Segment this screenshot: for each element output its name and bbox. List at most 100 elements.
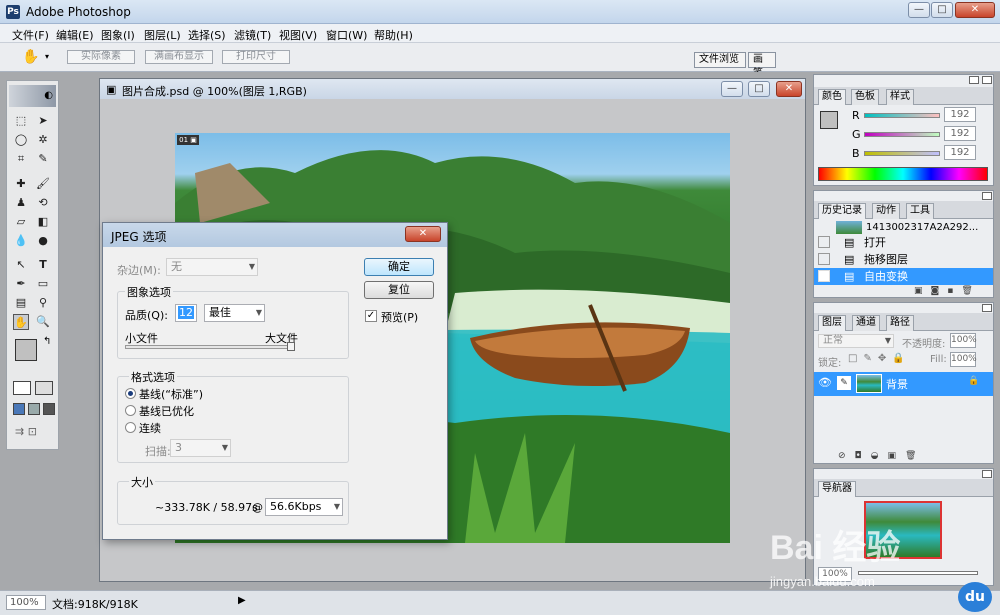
swap-colors-icon[interactable]: ↰: [43, 336, 51, 347]
menu-window[interactable]: 窗口(W): [326, 27, 367, 43]
jump-to-imageready-icon[interactable]: ⇉ ⊡: [15, 425, 53, 439]
panel-close-icon[interactable]: [982, 304, 992, 312]
channel-g-value[interactable]: 192: [944, 126, 976, 141]
history-brush-source-box[interactable]: [818, 236, 830, 248]
standard-mode-icon[interactable]: [13, 381, 31, 395]
format-progressive-radio[interactable]: [125, 422, 136, 433]
color-spectrum-ramp[interactable]: [818, 167, 988, 181]
tab-brushes[interactable]: 画笔: [748, 52, 776, 79]
maximize-button[interactable]: □: [931, 2, 953, 18]
history-brush-tool-icon[interactable]: ⟲: [35, 195, 51, 211]
scans-select[interactable]: 3 ▼: [170, 439, 231, 457]
foreground-color-swatch[interactable]: [15, 339, 37, 361]
fill-input[interactable]: 100%: [950, 352, 977, 367]
menu-view[interactable]: 视图(V): [279, 27, 317, 43]
tab-paths[interactable]: 路径: [886, 315, 914, 331]
path-selection-tool-icon[interactable]: ↖: [13, 257, 29, 273]
doc-minimize-button[interactable]: —: [721, 81, 743, 97]
hand-tool-icon[interactable]: ✋: [22, 49, 39, 65]
blur-tool-icon[interactable]: 💧: [13, 233, 29, 249]
print-size-button[interactable]: 打印尺寸: [222, 50, 290, 64]
tab-layers[interactable]: 图层: [818, 315, 846, 331]
tab-file-browser[interactable]: 文件浏览: [694, 52, 746, 68]
actual-pixels-button[interactable]: 实际像素: [67, 50, 135, 64]
reset-button[interactable]: 复位: [364, 281, 434, 299]
pen-tool-icon[interactable]: ✒: [13, 276, 29, 292]
tab-actions[interactable]: 动作: [872, 203, 900, 219]
tab-swatches[interactable]: 色板: [851, 89, 879, 105]
doc-maximize-button[interactable]: □: [748, 81, 770, 97]
panel-close-icon[interactable]: [982, 192, 992, 200]
history-actions-icons[interactable]: ▣◙▪🗑: [914, 286, 981, 296]
shape-tool-icon[interactable]: ▭: [35, 276, 51, 292]
screen-mode-full-icon[interactable]: [43, 403, 55, 415]
lock-icons[interactable]: □✎✥🔒: [848, 353, 911, 364]
brush-tool-icon[interactable]: 🖌: [35, 176, 51, 192]
eraser-tool-icon[interactable]: ▱: [13, 214, 29, 230]
format-baseline-radio[interactable]: [125, 388, 136, 399]
menu-layer[interactable]: 图层(L): [144, 27, 181, 43]
quality-preset-select[interactable]: 最佳 ▼: [204, 304, 265, 322]
lasso-tool-icon[interactable]: ◯: [13, 132, 29, 148]
matte-select[interactable]: 无 ▼: [166, 258, 258, 276]
marquee-tool-icon[interactable]: ⬚: [13, 113, 29, 129]
speed-select[interactable]: 56.6Kbps ▼: [265, 498, 343, 516]
tab-tool-presets[interactable]: 工具: [906, 203, 934, 219]
panel-minimize-icon[interactable]: [969, 76, 979, 84]
healing-brush-tool-icon[interactable]: ✚: [13, 176, 29, 192]
dodge-tool-icon[interactable]: ●: [35, 233, 51, 249]
opacity-input[interactable]: 100%: [950, 333, 977, 348]
menu-help[interactable]: 帮助(H): [374, 27, 413, 43]
doc-close-button[interactable]: ✕: [776, 81, 802, 97]
channel-r-value[interactable]: 192: [944, 107, 976, 122]
menu-filter[interactable]: 滤镜(T): [234, 27, 271, 43]
screen-mode-standard-icon[interactable]: [13, 403, 25, 415]
tab-styles[interactable]: 样式: [886, 89, 914, 105]
history-item[interactable]: ▤ 拖移图层: [814, 251, 993, 268]
channel-r-slider[interactable]: [864, 113, 940, 118]
tab-history[interactable]: 历史记录: [818, 203, 866, 219]
channel-b-slider[interactable]: [864, 151, 940, 156]
panel-close-icon[interactable]: [982, 470, 992, 478]
menu-edit[interactable]: 编辑(E): [56, 27, 94, 43]
channel-g-slider[interactable]: [864, 132, 940, 137]
quick-mask-mode-icon[interactable]: [35, 381, 53, 395]
menu-select[interactable]: 选择(S): [188, 27, 226, 43]
notes-tool-icon[interactable]: ▤: [13, 295, 29, 311]
navigator-zoom-slider[interactable]: [858, 571, 978, 575]
crop-tool-icon[interactable]: ⌗: [13, 151, 29, 167]
layer-row-selected[interactable]: 👁 ✎ 背景 🔒: [814, 372, 993, 396]
minimize-button[interactable]: —: [908, 2, 930, 18]
fit-screen-button[interactable]: 满画布显示: [145, 50, 213, 64]
magic-wand-tool-icon[interactable]: ✲: [35, 132, 51, 148]
quality-input[interactable]: 12: [175, 304, 197, 322]
status-zoom[interactable]: 100%: [6, 595, 46, 610]
tab-color[interactable]: 颜色: [818, 89, 846, 105]
quality-slider-thumb[interactable]: [287, 342, 295, 351]
tab-channels[interactable]: 通道: [852, 315, 880, 331]
status-menu-arrow-icon[interactable]: ▶: [238, 595, 246, 606]
layer-actions-icons[interactable]: ⊘◘◒▣🗑: [838, 451, 925, 461]
history-brush-source-box[interactable]: [818, 270, 830, 282]
history-brush-source-box[interactable]: [818, 253, 830, 265]
type-tool-icon[interactable]: T: [35, 257, 51, 273]
eyedropper-tool-icon[interactable]: ⚲: [35, 295, 51, 311]
layer-visibility-eye-icon[interactable]: 👁: [818, 376, 832, 389]
panel-close-icon[interactable]: [982, 76, 992, 84]
close-button[interactable]: ✕: [955, 2, 995, 18]
zoom-tool-icon[interactable]: 🔍: [35, 314, 51, 330]
gradient-tool-icon[interactable]: ◧: [35, 214, 51, 230]
ok-button[interactable]: 确定: [364, 258, 434, 276]
adobe-online-icon[interactable]: ◐: [9, 85, 56, 107]
tab-navigator[interactable]: 导航器: [818, 481, 856, 497]
menu-image[interactable]: 图象(I): [101, 27, 135, 43]
preview-checkbox[interactable]: ✓: [365, 310, 377, 322]
format-optimized-radio[interactable]: [125, 405, 136, 416]
color-fg-swatch[interactable]: [820, 111, 838, 129]
hand-tool-selected-icon[interactable]: ✋: [13, 314, 29, 330]
dialog-close-button[interactable]: ✕: [405, 226, 441, 242]
menu-file[interactable]: 文件(F): [12, 27, 49, 43]
move-tool-icon[interactable]: ➤: [35, 113, 51, 129]
tool-preset-arrow-icon[interactable]: ▾: [45, 52, 49, 61]
slice-tool-icon[interactable]: ✎: [35, 151, 51, 167]
